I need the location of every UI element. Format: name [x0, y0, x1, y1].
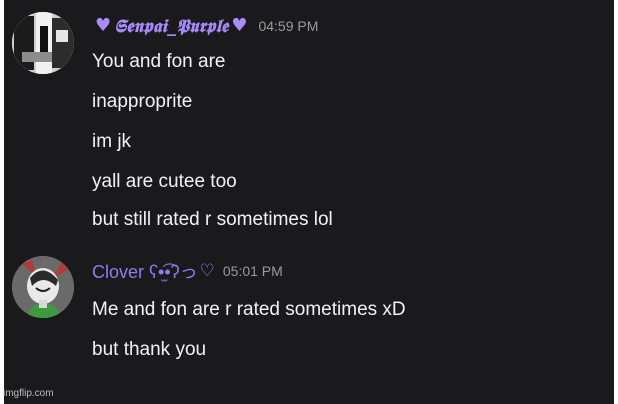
- message-header: ♥ 𝕾𝖊𝖓𝖕𝖆𝖎_𝕻𝖚𝖗𝖕𝖑𝖊 ♥ 04:59 PM: [92, 13, 318, 39]
- heart-icon: ♥: [95, 15, 112, 36]
- message-text: yall are cutee too: [92, 171, 237, 192]
- message-header: Clover ʕ•̫͡•ʔっ ♡ 05:01 PM: [92, 258, 283, 284]
- message-text: but thank you: [92, 339, 207, 360]
- heart-outline-icon: ♡: [199, 261, 215, 281]
- timestamp: 05:01 PM: [222, 263, 283, 279]
- avatar-image: [12, 256, 74, 318]
- message-text: Me and fon are r rated sometimes xD: [92, 299, 406, 320]
- message-text: You and fon are: [92, 51, 226, 72]
- avatar[interactable]: [12, 256, 74, 318]
- chat-panel: ♥ 𝕾𝖊𝖓𝖕𝖆𝖎_𝕻𝖚𝖗𝖕𝖑𝖊 ♥ 04:59 PM You and fon a…: [4, 0, 614, 404]
- watermark: imgflip.com: [3, 388, 54, 399]
- message-text: im jk: [92, 131, 132, 152]
- avatar[interactable]: [12, 12, 74, 74]
- timestamp: 04:59 PM: [258, 18, 319, 34]
- message-text: inapproprite: [92, 91, 193, 112]
- username[interactable]: 𝕾𝖊𝖓𝖕𝖆𝖎_𝕻𝖚𝖗𝖕𝖑𝖊: [114, 16, 228, 37]
- heart-icon: ♥: [231, 15, 248, 36]
- username[interactable]: Clover ʕ•̫͡•ʔっ: [92, 258, 198, 284]
- message-text: but still rated r sometimes lol: [92, 209, 333, 230]
- avatar-image: [12, 12, 74, 74]
